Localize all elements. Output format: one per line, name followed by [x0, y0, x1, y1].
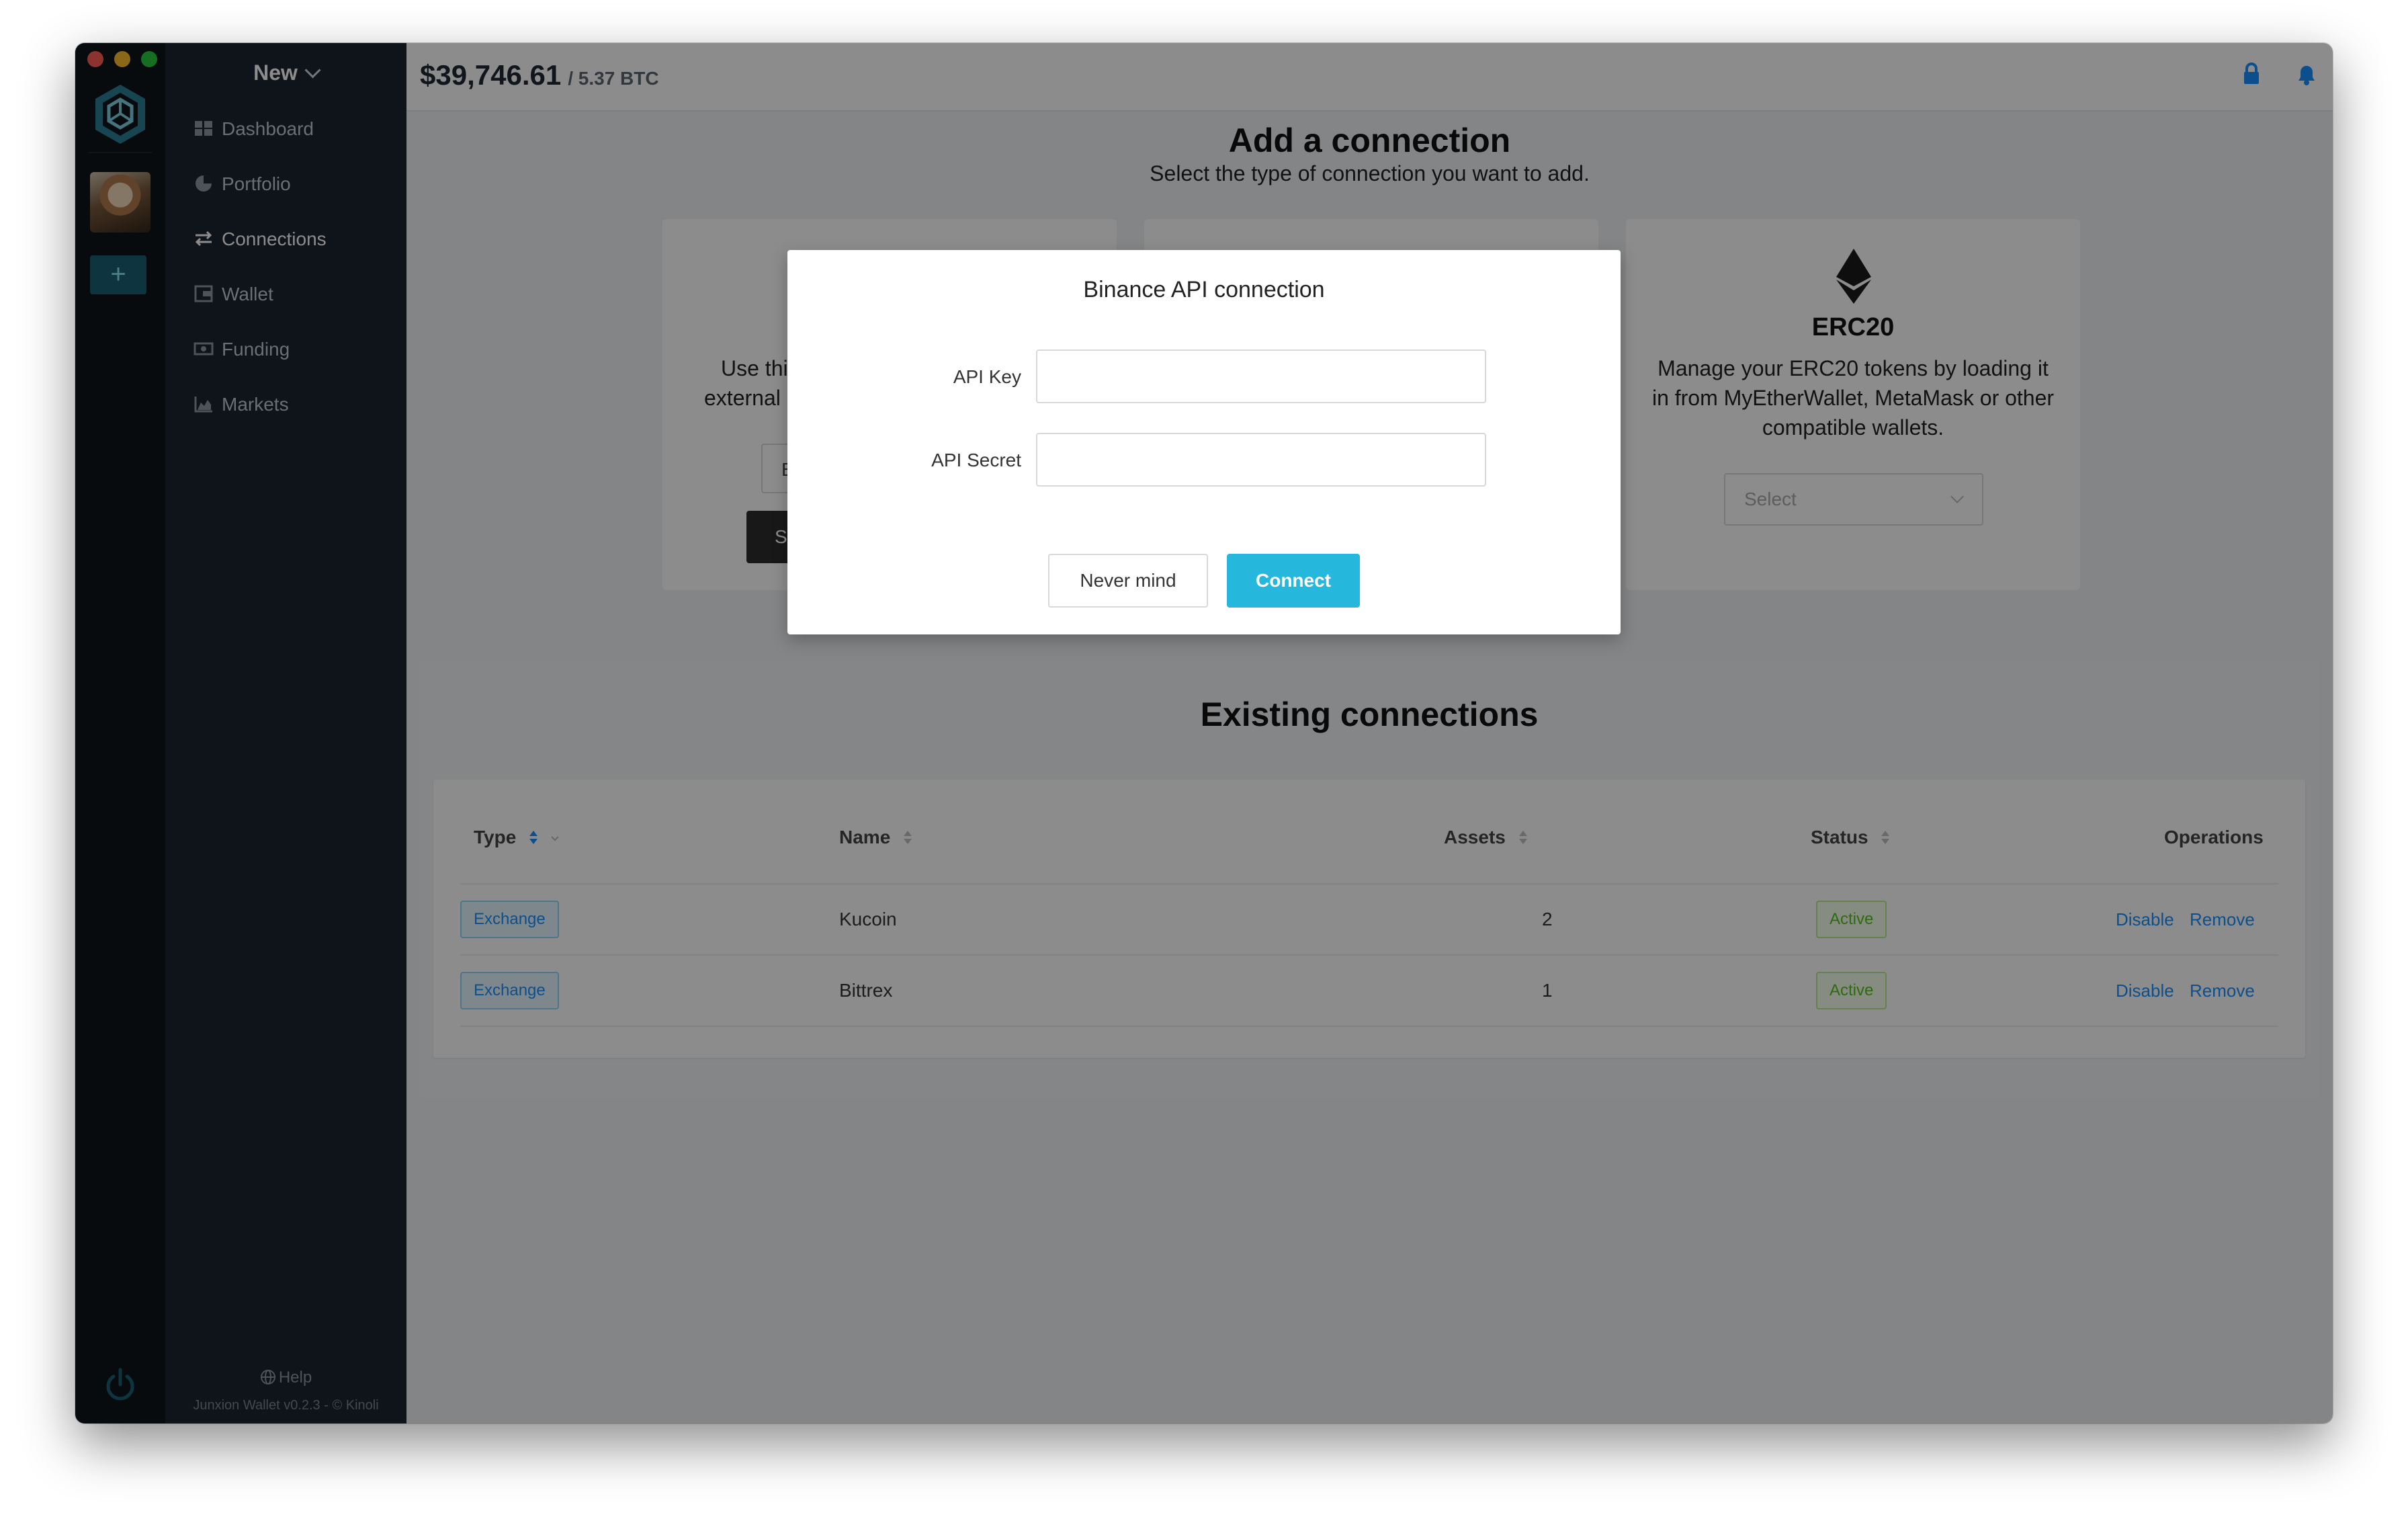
connect-button[interactable]: Connect: [1227, 554, 1360, 608]
modal-title: Binance API connection: [1083, 277, 1325, 302]
never-mind-button[interactable]: Never mind: [1048, 554, 1208, 608]
api-secret-label: API Secret: [931, 450, 1021, 470]
binance-api-modal: Binance API connection API Key API Secre…: [787, 250, 1621, 634]
app-window: + New Dashboard Portfolio Connections Wa…: [75, 43, 2333, 1423]
api-key-label: API Key: [953, 366, 1021, 387]
api-key-input[interactable]: [1036, 349, 1486, 403]
api-secret-input[interactable]: [1036, 433, 1486, 487]
